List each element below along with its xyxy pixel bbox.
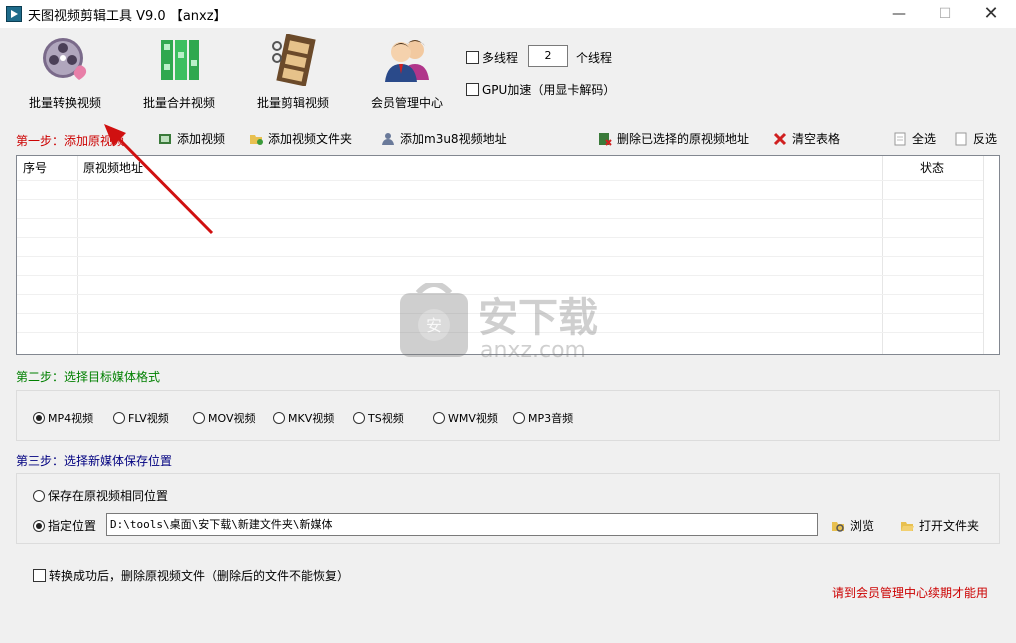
folder-search-icon bbox=[831, 519, 845, 533]
user-link-icon bbox=[381, 132, 395, 146]
title-bar: 天图视频剪辑工具 V9.0 【anxz】 — ☐ ✕ bbox=[0, 0, 1016, 28]
add-folder-button[interactable]: 添加视频文件夹 bbox=[249, 130, 352, 147]
close-button[interactable]: ✕ bbox=[968, 0, 1014, 28]
batch-merge-button[interactable]: 批量合并视频 bbox=[124, 32, 234, 112]
format-mkv-radio[interactable]: MKV视频 bbox=[273, 410, 334, 426]
member-center-label: 会员管理中心 bbox=[370, 96, 443, 110]
window-title: 天图视频剪辑工具 V9.0 【anxz】 bbox=[28, 9, 227, 24]
renewal-notice: 请到会员管理中心续期才能用 bbox=[832, 586, 989, 600]
browse-button[interactable]: 浏览 bbox=[831, 517, 874, 534]
delete-after-checkbox[interactable]: 转换成功后，删除原视频文件（删除后的文件不能恢复） bbox=[33, 567, 349, 584]
add-video-button[interactable]: 添加视频 bbox=[158, 130, 225, 147]
add-m3u8-button[interactable]: 添加m3u8视频地址 bbox=[381, 130, 507, 147]
same-location-radio[interactable]: 保存在原视频相同位置 bbox=[33, 487, 168, 504]
film-delete-icon bbox=[598, 132, 612, 146]
watermark-text: 安下载 bbox=[478, 295, 598, 341]
watermark: 安 安下载 anxz.com bbox=[400, 281, 630, 366]
page-icon bbox=[893, 132, 907, 146]
thread-count-input[interactable]: 2 bbox=[528, 45, 568, 67]
open-folder-button[interactable]: 打开文件夹 bbox=[900, 517, 979, 534]
col-header-path[interactable]: 原视频地址 bbox=[83, 156, 143, 180]
blank-page-icon bbox=[954, 132, 968, 146]
member-center-button[interactable]: 会员管理中心 bbox=[352, 32, 462, 112]
step1-label: 第一步：添加原视频 bbox=[16, 134, 125, 148]
save-path-input[interactable]: D:\tools\桌面\安下载\新建文件夹\新媒体 bbox=[106, 513, 818, 536]
watermark-sub: anxz.com bbox=[480, 338, 586, 363]
col-header-status[interactable]: 状态 bbox=[920, 156, 944, 180]
multithread-checkbox[interactable]: 多线程 bbox=[466, 49, 518, 66]
col-header-index[interactable]: 序号 bbox=[23, 156, 47, 180]
batch-convert-label: 批量转换视频 bbox=[28, 96, 101, 110]
red-x-icon bbox=[773, 132, 787, 146]
batch-convert-button[interactable]: 批量转换视频 bbox=[10, 32, 120, 112]
invert-select-button[interactable]: 反选 bbox=[954, 130, 997, 147]
minimize-button[interactable]: — bbox=[876, 0, 922, 28]
batch-edit-label: 批量剪辑视频 bbox=[256, 96, 329, 110]
clear-table-button[interactable]: 清空表格 bbox=[773, 130, 840, 147]
film-add-icon bbox=[158, 132, 172, 146]
select-all-button[interactable]: 全选 bbox=[893, 130, 936, 147]
format-mp3-radio[interactable]: MP3音频 bbox=[513, 410, 573, 426]
gpu-accel-checkbox[interactable]: GPU加速（用显卡解码） bbox=[466, 81, 615, 98]
batch-merge-label: 批量合并视频 bbox=[142, 96, 215, 110]
format-flv-radio[interactable]: FLV视频 bbox=[113, 410, 169, 426]
folder-open-icon bbox=[900, 519, 914, 533]
delete-selected-button[interactable]: 删除已选择的原视频地址 bbox=[598, 130, 749, 147]
step2-label: 第二步：选择目标媒体格式 bbox=[16, 370, 161, 384]
format-wmv-radio[interactable]: WMV视频 bbox=[433, 410, 498, 426]
merge-blocks-icon bbox=[153, 34, 205, 86]
step3-label: 第三步：选择新媒体保存位置 bbox=[16, 454, 173, 468]
custom-location-radio[interactable]: 指定位置 bbox=[33, 517, 96, 534]
format-mov-radio[interactable]: MOV视频 bbox=[193, 410, 255, 426]
users-icon bbox=[381, 34, 433, 86]
film-reel-icon bbox=[39, 34, 91, 86]
maximize-button[interactable]: ☐ bbox=[922, 0, 968, 28]
film-strip-scissors-icon bbox=[267, 33, 319, 87]
batch-edit-button[interactable]: 批量剪辑视频 bbox=[238, 32, 348, 112]
format-mp4-radio[interactable]: MP4视频 bbox=[33, 410, 93, 426]
app-icon bbox=[6, 6, 22, 22]
folder-add-icon bbox=[249, 132, 263, 146]
format-ts-radio[interactable]: TS视频 bbox=[353, 410, 404, 426]
svg-text:安: 安 bbox=[426, 316, 442, 335]
threads-unit-label: 个线程 bbox=[576, 51, 613, 65]
